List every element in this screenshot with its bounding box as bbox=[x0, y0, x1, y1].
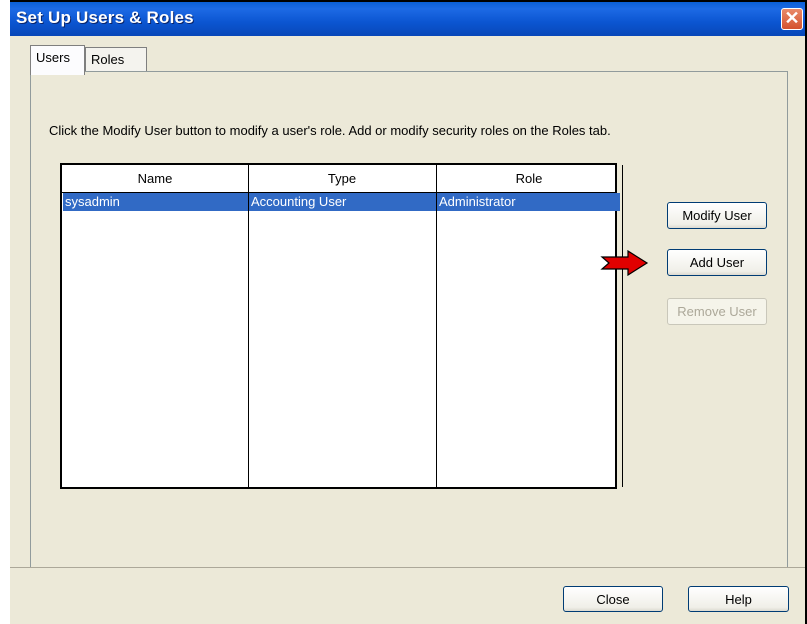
cell-role: Administrator bbox=[439, 194, 516, 209]
dialog-window: Set Up Users & Roles ✕ Users Roles Click… bbox=[10, 0, 807, 624]
window-title: Set Up Users & Roles bbox=[16, 8, 194, 27]
column-divider bbox=[436, 165, 437, 487]
red-arrow-icon bbox=[600, 250, 649, 276]
add-user-button[interactable]: Add User bbox=[667, 249, 767, 276]
close-button[interactable]: Close bbox=[563, 586, 663, 612]
close-window-button[interactable]: ✕ bbox=[781, 8, 803, 30]
help-button[interactable]: Help bbox=[688, 586, 789, 612]
tab-roles-label: Roles bbox=[91, 52, 125, 67]
column-header-role[interactable]: Role bbox=[436, 171, 622, 186]
column-header-name[interactable]: Name bbox=[62, 171, 248, 186]
remove-user-button[interactable]: Remove User bbox=[667, 298, 767, 325]
cell-name: sysadmin bbox=[65, 194, 120, 209]
tab-users-label: Users bbox=[36, 50, 70, 65]
tab-users[interactable]: Users bbox=[30, 45, 85, 75]
column-divider bbox=[622, 165, 623, 487]
instructions-text: Click the Modify User button to modify a… bbox=[49, 123, 611, 138]
cell-type: Accounting User bbox=[251, 194, 347, 209]
tab-roles[interactable]: Roles bbox=[85, 47, 147, 73]
close-icon: ✕ bbox=[784, 8, 800, 28]
users-table[interactable]: Name Type Role sysadmin Accounting User … bbox=[60, 163, 623, 489]
title-bar[interactable]: Set Up Users & Roles ✕ bbox=[10, 2, 805, 36]
modify-user-button[interactable]: Modify User bbox=[667, 202, 767, 229]
table-header: Name Type Role bbox=[62, 165, 617, 193]
footer-divider bbox=[10, 567, 805, 568]
table-row[interactable]: sysadmin Accounting User Administrator bbox=[63, 193, 620, 211]
users-tab-panel: Click the Modify User button to modify a… bbox=[30, 71, 788, 568]
column-divider bbox=[248, 165, 249, 487]
column-header-type[interactable]: Type bbox=[248, 171, 436, 186]
